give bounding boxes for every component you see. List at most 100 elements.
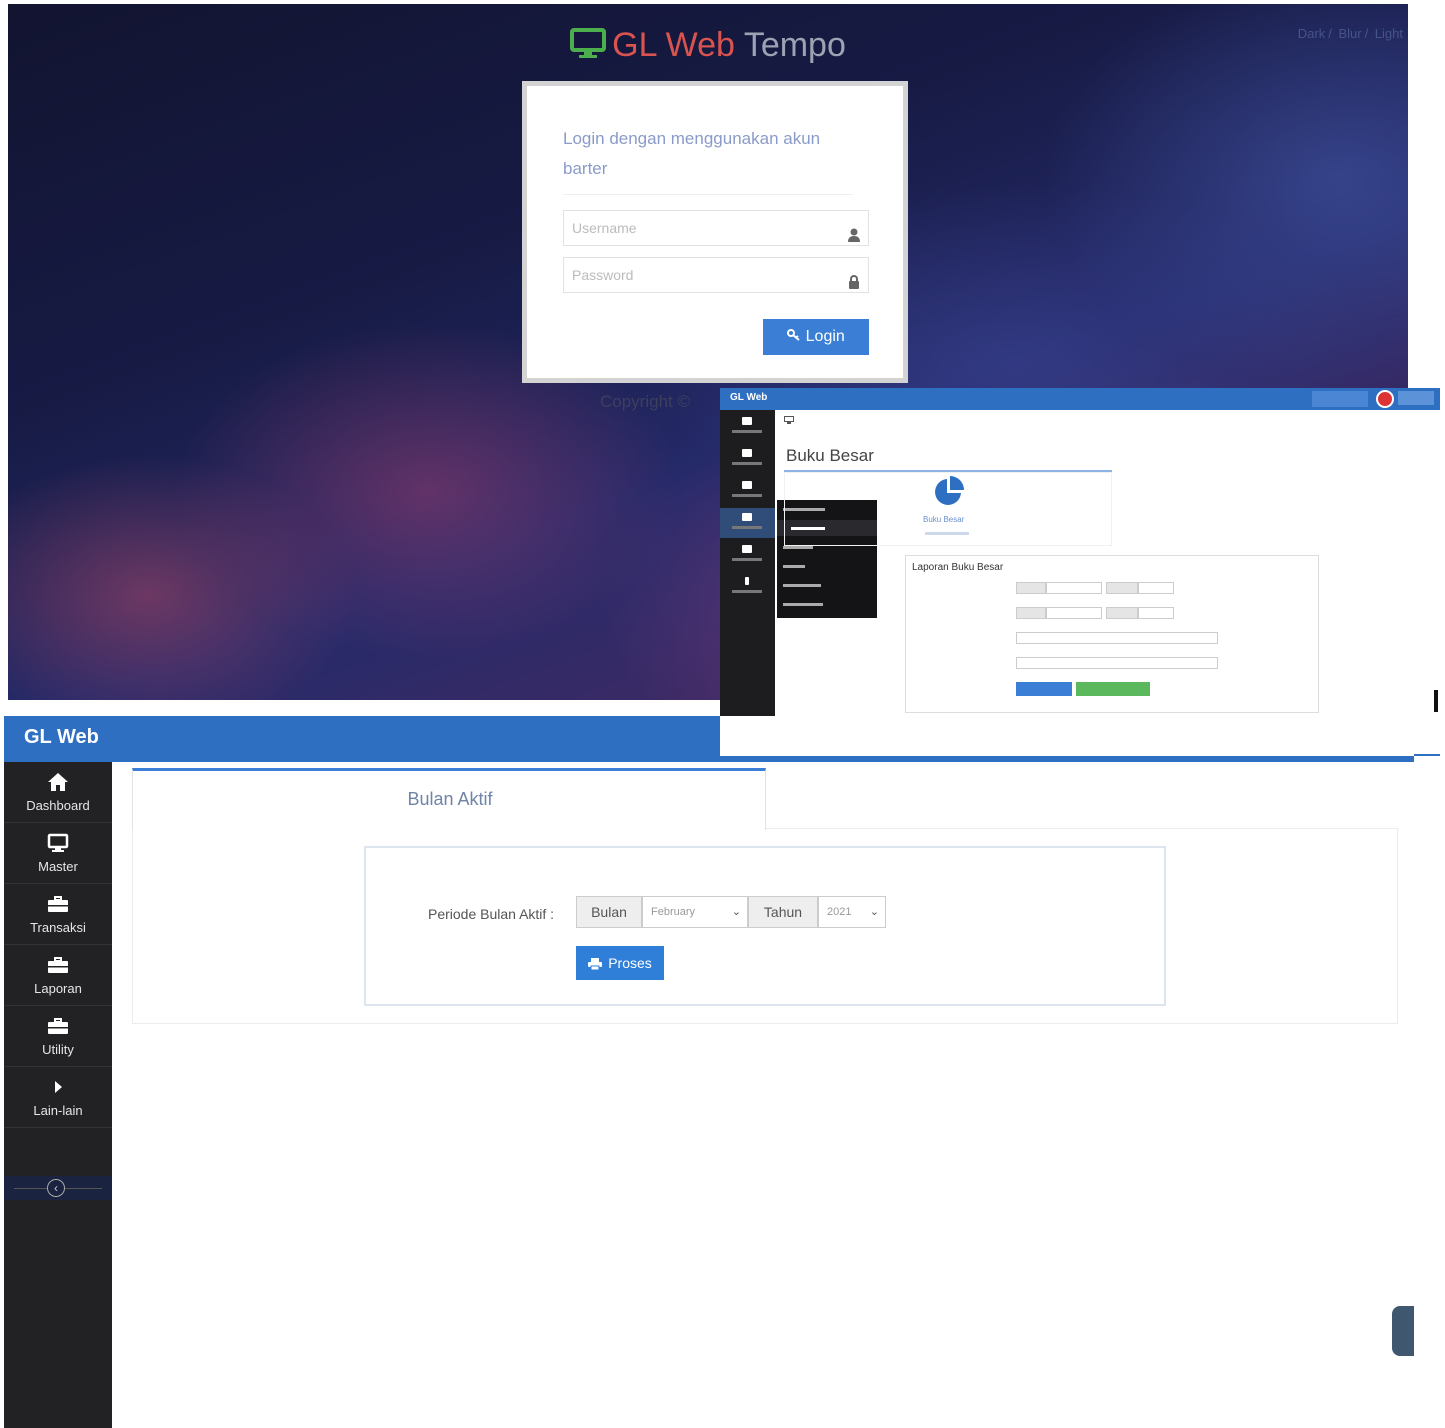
bb-sidebar-item-utility[interactable] [720,540,775,570]
login-box-body: Login dengan menggunakan akun barter Use… [527,86,903,378]
theme-link-dark[interactable]: Dark [1298,26,1325,41]
sidebar-item-label: Transaksi [30,920,86,935]
caret-right-icon [4,1077,112,1099]
sidebar-item-master[interactable]: Master [4,823,112,884]
app-title-sub: Tempo [743,26,846,64]
password-field[interactable]: Password [563,257,869,293]
bb-addon [1106,607,1138,619]
title-underline [784,470,1112,472]
chevron-left-icon: ‹ [47,1179,65,1197]
app-title-main: GL Web [612,26,735,64]
key-icon [787,328,805,345]
ba-form-box: Periode Bulan Aktif : Bulan February ⌄ T… [364,846,1166,1006]
sidebar-item-label: Dashboard [26,798,90,813]
breadcrumb [784,416,794,426]
bb-brand: GL Web [730,392,768,403]
form-title: Laporan Buku Besar [912,562,1004,573]
tahun-select-value: 2021 [827,906,852,918]
caret-right-icon [745,577,749,585]
theme-switcher: Dark / Blur / Light [1297,26,1403,41]
sidebar-item-label: Lain-lain [33,1103,83,1118]
tab-bulan-aktif[interactable]: Bulan Aktif [132,768,766,830]
print-icon [588,948,603,982]
bb-tampilkan-button[interactable] [1016,682,1072,696]
submenu-item[interactable] [783,546,813,549]
submenu-item[interactable] [783,603,823,606]
bb-period-button[interactable] [1312,391,1368,407]
briefcase-icon [742,545,752,553]
bb-sidebar-item-transaksi[interactable] [720,476,775,506]
monitor-icon [742,449,752,457]
sidebar-collapse-toggle[interactable]: ‹ [4,1176,112,1200]
login-box: Login dengan menggunakan akun barter Use… [522,81,908,383]
bulan-aktif-screen: GL Web Dashboard Master Transaksi Lapora… [4,716,1414,1428]
ba-topbar [4,716,720,762]
bb-select[interactable] [1046,607,1102,619]
login-button-label: Login [805,328,845,345]
lock-icon [848,267,860,301]
tahun-addon: Tahun [748,896,818,928]
ba-brand[interactable]: GL Web [24,726,99,749]
login-button[interactable]: Login [763,319,869,355]
bulan-select-value: February [651,906,696,918]
bb-user-menu[interactable] [1398,391,1434,405]
sidebar-item-laporan[interactable]: Laporan [4,945,112,1006]
card-label: Buku Besar [923,515,965,524]
home-icon [4,772,112,794]
bb-select[interactable] [1138,582,1174,594]
briefcase-icon [4,894,112,916]
bb-sidebar [720,410,775,756]
pie-chart-icon [932,476,964,508]
page-title: Buku Besar [786,446,874,465]
chat-widget-tab[interactable] [1392,1306,1414,1356]
bb-select[interactable] [1016,632,1218,644]
bb-addon [1106,582,1138,594]
tahun-select[interactable]: 2021 ⌄ [818,896,886,928]
bb-select[interactable] [1016,657,1218,669]
bb-sidebar-item-lain[interactable] [720,572,775,602]
sidebar-item-label: Utility [42,1042,74,1057]
bb-sidebar-item-laporan[interactable] [720,508,775,538]
card-sublabel [925,532,969,535]
edge-scroll-marker [1434,690,1438,712]
proses-button-label: Proses [608,955,652,971]
bb-select[interactable] [1046,582,1102,594]
submenu-item[interactable] [783,584,821,587]
bulan-addon: Bulan [576,896,642,928]
theme-link-blur[interactable]: Blur [1338,26,1361,41]
briefcase-icon [742,481,752,489]
briefcase-icon [4,1016,112,1038]
submenu-item[interactable] [783,565,805,568]
chevron-down-icon: ⌄ [869,906,879,918]
bb-select[interactable] [1138,607,1174,619]
chevron-down-icon: ⌄ [731,906,741,918]
bb-sidebar-item-master[interactable] [720,444,775,474]
bb-addon [1016,607,1046,619]
user-icon [848,220,860,254]
ba-sidebar: Dashboard Master Transaksi Laporan Utili… [4,762,112,1428]
tab-label: Bulan Aktif [407,789,493,809]
sidebar-item-utility[interactable]: Utility [4,1006,112,1067]
password-placeholder: Password [572,267,634,283]
sidebar-item-label: Master [38,859,78,874]
proses-button[interactable]: Proses [576,946,664,980]
bulan-select[interactable]: February ⌄ [642,896,748,928]
sidebar-item-lain-lain[interactable]: Lain-lain [4,1067,112,1128]
copyright-text: Copyright © [600,392,691,411]
bb-export-button[interactable] [1076,682,1150,696]
username-placeholder: Username [572,220,637,236]
monitor-icon [570,28,607,69]
briefcase-icon [4,955,112,977]
theme-link-light[interactable]: Light [1375,26,1403,41]
login-app-title: GL Web Tempo [8,26,1408,69]
login-heading: Login dengan menggunakan akun barter [563,124,853,195]
periode-label: Periode Bulan Aktif : [428,906,555,922]
sidebar-item-dashboard[interactable]: Dashboard [4,762,112,823]
buku-besar-screen: GL Web Buku Besar Buku Besar Laporan Buk… [720,388,1440,756]
bb-sidebar-item-dashboard[interactable] [720,412,775,442]
avatar[interactable] [1376,390,1394,408]
bb-form: Laporan Buku Besar [905,555,1319,713]
ba-topbar-edge [720,756,1414,762]
username-field[interactable]: Username [563,210,869,246]
sidebar-item-transaksi[interactable]: Transaksi [4,884,112,945]
